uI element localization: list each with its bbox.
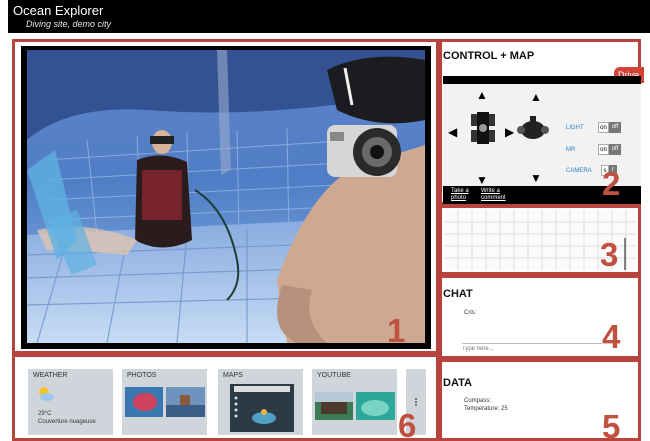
more-dots-icon[interactable] bbox=[414, 397, 418, 407]
write-comment-link[interactable]: Write a comment bbox=[481, 188, 511, 202]
weather-temp: 29°C bbox=[38, 411, 52, 417]
control-panel: CONTROL + MAP Drive ▲ ▼ ◀ ▶ ▲ ▼ LIGHT on… bbox=[439, 39, 644, 205]
mr-on-toggle[interactable]: on bbox=[598, 144, 609, 155]
take-photo-link[interactable]: Take a photo bbox=[451, 188, 473, 202]
down-arrow-icon[interactable]: ▼ bbox=[476, 174, 488, 186]
photos-label: PHOTOS bbox=[127, 372, 157, 379]
live-video-feed[interactable] bbox=[27, 50, 425, 343]
sun-cloud-icon bbox=[39, 387, 54, 401]
robot-side-view-icon[interactable] bbox=[515, 112, 551, 144]
light-off-toggle[interactable]: off bbox=[609, 122, 621, 133]
panel-number-4: 4 bbox=[602, 318, 621, 355]
control-header-bar bbox=[443, 76, 641, 84]
youtube-label: YOUTUBE bbox=[317, 372, 351, 379]
maps-tile[interactable]: MAPS bbox=[218, 369, 303, 435]
chat-panel: CHAT Cris: 4 bbox=[439, 275, 641, 359]
right-arrow-icon[interactable]: ▶ bbox=[505, 126, 514, 138]
mr-label: MR bbox=[566, 147, 576, 153]
video-frame bbox=[21, 46, 431, 349]
widgets-panel: WEATHER 29°C Couverture nuageuse PHOTOS … bbox=[12, 354, 439, 441]
panel-number-5: 5 bbox=[602, 408, 621, 441]
panel-number-2: 2 bbox=[602, 165, 621, 202]
ascend-arrow-icon[interactable]: ▲ bbox=[530, 91, 542, 103]
app-title: Ocean Explorer bbox=[13, 3, 104, 18]
up-arrow-icon[interactable]: ▲ bbox=[476, 89, 488, 101]
temperature-readout: Temperature: 25 bbox=[464, 406, 508, 412]
data-heading: DATA bbox=[443, 377, 472, 389]
weather-label: WEATHER bbox=[33, 372, 68, 379]
left-arrow-icon[interactable]: ◀ bbox=[448, 126, 457, 138]
maps-label: MAPS bbox=[223, 372, 243, 379]
video-thumbnails[interactable] bbox=[315, 392, 395, 420]
weather-tile[interactable]: WEATHER 29°C Couverture nuageuse bbox=[28, 369, 113, 435]
map-panel[interactable]: 3 bbox=[439, 205, 641, 275]
app-root: Ocean Explorer Diving site, demo city 1 … bbox=[0, 0, 650, 441]
compass-readout: Compass: bbox=[464, 398, 492, 404]
descend-arrow-icon[interactable]: ▼ bbox=[530, 172, 542, 184]
chat-input[interactable] bbox=[462, 343, 602, 354]
chat-heading: CHAT bbox=[443, 288, 473, 300]
video-panel[interactable]: 1 bbox=[12, 39, 439, 354]
robot-top-view-icon[interactable] bbox=[457, 96, 509, 158]
control-heading: CONTROL + MAP bbox=[443, 50, 535, 62]
photos-tile[interactable]: PHOTOS bbox=[122, 369, 207, 435]
camera-label: CAMERA bbox=[566, 168, 592, 174]
app-subtitle: Diving site, demo city bbox=[26, 19, 112, 29]
panel-number-3: 3 bbox=[600, 236, 619, 273]
title-bar: Ocean Explorer Diving site, demo city bbox=[8, 0, 650, 33]
light-label: LIGHT bbox=[566, 125, 584, 131]
youtube-tile[interactable]: YOUTUBE bbox=[312, 369, 397, 435]
data-panel: DATA Compass: Temperature: 25 5 bbox=[439, 359, 641, 441]
chat-message: Cris: bbox=[464, 310, 477, 316]
photo-thumbnails[interactable] bbox=[125, 387, 205, 417]
panel-number-1: 1 bbox=[387, 312, 406, 349]
panel-number-6: 6 bbox=[398, 407, 417, 441]
mr-off-toggle[interactable]: off bbox=[609, 144, 621, 155]
weather-desc: Couverture nuageuse bbox=[38, 419, 96, 425]
light-on-toggle[interactable]: on bbox=[598, 122, 609, 133]
map-thumbnail[interactable] bbox=[230, 384, 294, 432]
